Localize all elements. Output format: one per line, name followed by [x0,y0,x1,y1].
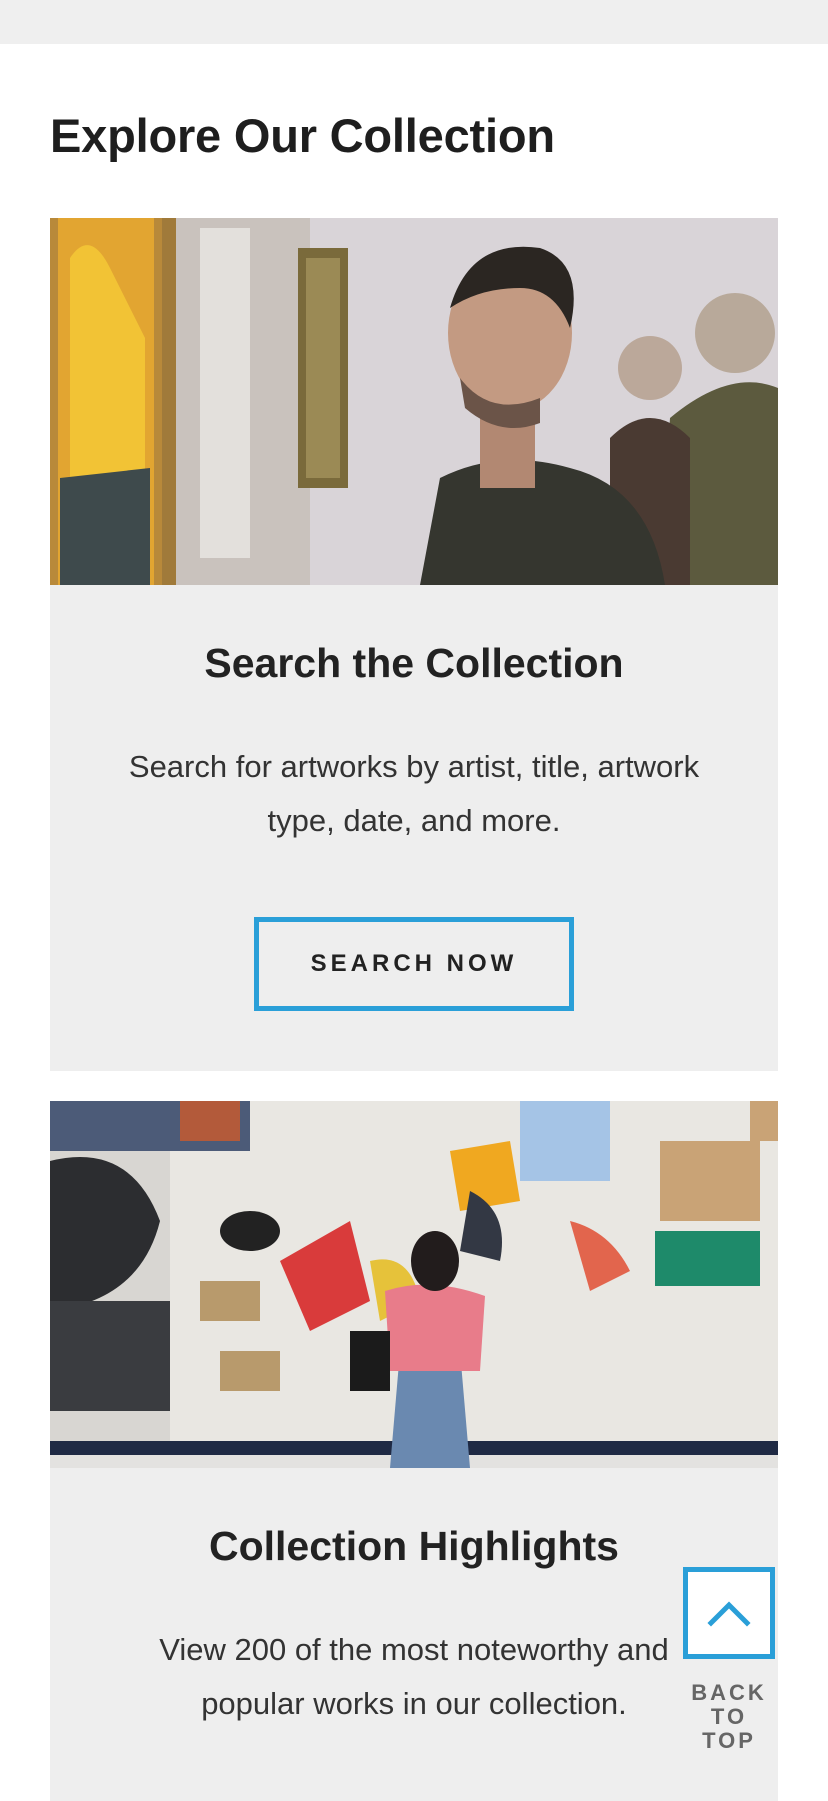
gallery-wall-photo [50,1101,778,1468]
search-now-button[interactable]: SEARCH NOW [254,917,574,1011]
card-title: Search the Collection [204,640,624,686]
card-image-gallery [50,1101,778,1468]
museum-visitor-photo [50,218,778,585]
back-to-top-label[interactable]: BACK TO TOP [682,1681,776,1753]
collection-card-highlights: Collection Highlights View 200 of the mo… [50,1101,778,1801]
card-description: Search for artworks by artist, title, ar… [128,749,700,838]
collection-card-search: Search the Collection Search for artwork… [50,218,778,1071]
card-title: Collection Highlights [209,1523,619,1569]
chevron-up-icon [707,1601,751,1627]
card-description: View 200 of the most noteworthy and popu… [159,1632,669,1721]
top-strip [0,0,828,44]
section-heading: Explore Our Collection [50,109,555,162]
back-to-top-box[interactable] [683,1567,775,1659]
back-to-top-button[interactable]: BACK TO TOP [682,1567,776,1753]
card-image-visitor [50,218,778,585]
